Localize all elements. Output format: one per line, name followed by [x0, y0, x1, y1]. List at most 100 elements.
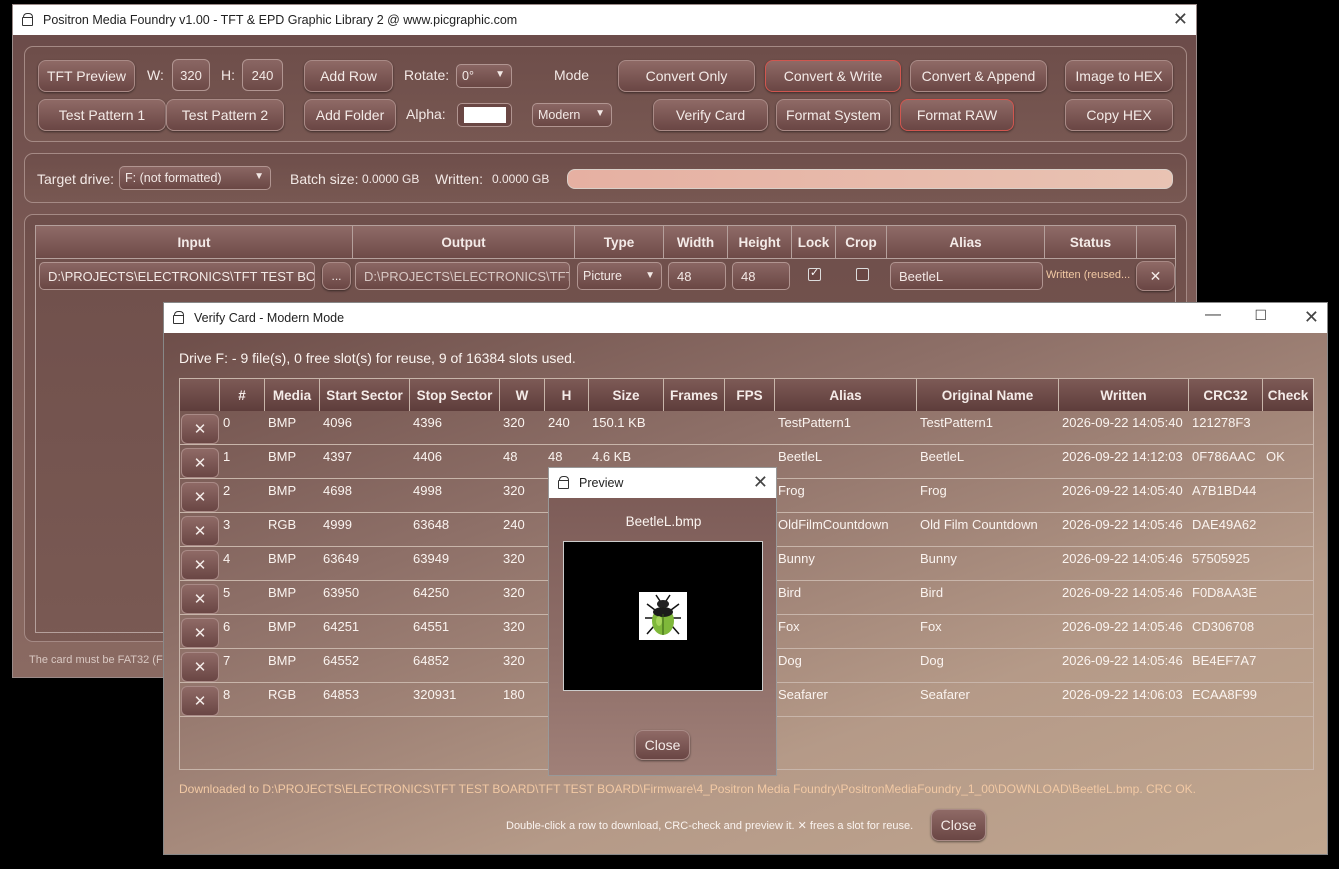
- free-slot-button[interactable]: ✕: [181, 414, 219, 444]
- browse-button[interactable]: ...: [322, 262, 351, 290]
- row-media: RGB: [268, 517, 297, 532]
- maximize-icon[interactable]: ☐: [1254, 307, 1267, 324]
- row-alias: Frog: [778, 483, 805, 498]
- free-slot-button[interactable]: ✕: [181, 584, 219, 614]
- convert-write-button[interactable]: Convert & Write: [765, 60, 901, 92]
- row-alias: Seafarer: [778, 687, 828, 702]
- convert-only-button[interactable]: Convert Only: [618, 60, 755, 92]
- free-slot-button[interactable]: ✕: [181, 550, 219, 580]
- image-to-hex-button[interactable]: Image to HEX: [1065, 60, 1173, 92]
- tft-preview-button[interactable]: TFT Preview: [38, 60, 135, 92]
- row-stop-sector: 64250: [413, 585, 450, 600]
- output-path-field[interactable]: D:\PROJECTS\ELECTRONICS\TFT TE: [355, 262, 570, 290]
- row-check: [1263, 547, 1313, 580]
- row-media: BMP: [268, 551, 297, 566]
- rotate-value: 0°: [462, 69, 474, 83]
- row-check: [1263, 649, 1313, 682]
- target-drive-label: Target drive:: [37, 171, 115, 187]
- format-raw-button[interactable]: Format RAW: [900, 99, 1014, 131]
- row-media: BMP: [268, 653, 297, 668]
- close-icon[interactable]: ✕: [753, 472, 768, 493]
- row-index: 1: [223, 449, 231, 464]
- type-value: Picture: [583, 269, 622, 283]
- row-alias: BeetleL: [778, 449, 823, 464]
- format-system-button[interactable]: Format System: [776, 99, 891, 131]
- add-row-button[interactable]: Add Row: [304, 60, 393, 92]
- row-written: 2026-09-22 14:05:46: [1062, 653, 1183, 668]
- col-alias: Alias: [775, 379, 917, 411]
- test-pattern-2-button[interactable]: Test Pattern 2: [166, 99, 284, 131]
- height-input[interactable]: 240: [242, 59, 283, 91]
- row-index: 7: [223, 653, 231, 668]
- input-path-field[interactable]: D:\PROJECTS\ELECTRONICS\TFT TEST BOARD\: [39, 262, 315, 290]
- alpha-color-picker[interactable]: [457, 103, 512, 127]
- row-stop-sector: 320931: [413, 687, 457, 702]
- row-index: 3: [223, 517, 231, 532]
- preview-close-button[interactable]: Close: [635, 730, 690, 760]
- target-drive-value: F: (not formatted): [125, 171, 222, 185]
- row-crc32: BE4EF7A7: [1192, 653, 1257, 668]
- preview-titlebar: Preview ✕: [549, 468, 776, 498]
- row-alias: Bird: [778, 585, 802, 600]
- free-slot-button[interactable]: ✕: [181, 448, 219, 478]
- verify-close-button[interactable]: Close: [931, 809, 986, 841]
- chevron-down-icon: ▼: [595, 108, 605, 119]
- row-w: 320: [503, 619, 525, 634]
- verify-summary: Drive F: - 9 file(s), 0 free slot(s) for…: [179, 350, 576, 366]
- row-check: [1263, 513, 1313, 546]
- mode-select[interactable]: Modern ▼: [532, 103, 612, 127]
- col-crc32: CRC32: [1189, 379, 1263, 411]
- row-crc32: CD306708: [1192, 619, 1255, 634]
- row-delete-cell: ✕: [180, 649, 220, 682]
- alias-field[interactable]: BeetleL: [890, 262, 1043, 290]
- verify-card-button[interactable]: Verify Card: [653, 99, 768, 131]
- row-w: 320: [503, 585, 525, 600]
- alpha-swatch: [464, 107, 506, 123]
- crop-checkbox[interactable]: [856, 268, 869, 281]
- copy-hex-button[interactable]: Copy HEX: [1065, 99, 1173, 131]
- free-slot-button[interactable]: ✕: [181, 482, 219, 512]
- row-w: 320: [503, 415, 525, 430]
- col-index: #: [220, 379, 265, 411]
- row-delete-cell: ✕: [180, 683, 220, 716]
- written-label: Written:: [435, 171, 483, 187]
- rotate-select[interactable]: 0° ▼: [456, 64, 512, 88]
- row-fps: [725, 411, 775, 444]
- minimize-icon[interactable]: —: [1205, 306, 1221, 324]
- free-slot-button[interactable]: ✕: [181, 516, 219, 546]
- free-slot-button[interactable]: ✕: [181, 618, 219, 648]
- row-width-input[interactable]: 48: [668, 262, 726, 290]
- add-folder-button[interactable]: Add Folder: [304, 99, 396, 131]
- free-slot-button[interactable]: ✕: [181, 686, 219, 716]
- table-row[interactable]: ✕ 0 BMP 4096 4396 320 240 150.1 KB TestPattern1 T…: [180, 411, 1313, 445]
- close-icon[interactable]: ✕: [1173, 9, 1188, 30]
- col-h: H: [545, 379, 589, 411]
- row-delete-button[interactable]: ✕: [1136, 261, 1175, 291]
- row-alias: Dog: [778, 653, 802, 668]
- row-original-name: Bird: [920, 585, 944, 600]
- footer-note: The card must be FAT32 (Fo: [29, 654, 169, 666]
- width-input[interactable]: 320: [172, 59, 210, 91]
- test-pattern-1-button[interactable]: Test Pattern 1: [38, 99, 166, 131]
- row-check: [1263, 411, 1313, 444]
- row-start-sector: 64853: [323, 687, 360, 702]
- col-w: W: [500, 379, 545, 411]
- close-icon[interactable]: ✕: [1304, 307, 1319, 328]
- row-media: BMP: [268, 585, 297, 600]
- row-written: 2026-09-22 14:05:40: [1062, 415, 1183, 430]
- free-slot-button[interactable]: ✕: [181, 652, 219, 682]
- row-stop-sector: 4396: [413, 415, 442, 430]
- target-drive-select[interactable]: F: (not formatted) ▼: [119, 166, 271, 190]
- preview-dialog: Preview ✕ BeetleL.bmp Close: [548, 467, 777, 776]
- row-start-sector: 64552: [323, 653, 360, 668]
- row-height-input[interactable]: 48: [732, 262, 790, 290]
- row-check: [1263, 581, 1313, 614]
- type-select[interactable]: Picture ▼: [577, 262, 662, 290]
- lock-checkbox[interactable]: ✓: [808, 267, 821, 281]
- height-label: H:: [221, 67, 235, 83]
- row-media: BMP: [268, 483, 297, 498]
- col-actions: [1137, 226, 1175, 258]
- convert-append-button[interactable]: Convert & Append: [910, 60, 1047, 92]
- row-media: BMP: [268, 449, 297, 464]
- batch-size-label: Batch size:: [290, 171, 359, 187]
